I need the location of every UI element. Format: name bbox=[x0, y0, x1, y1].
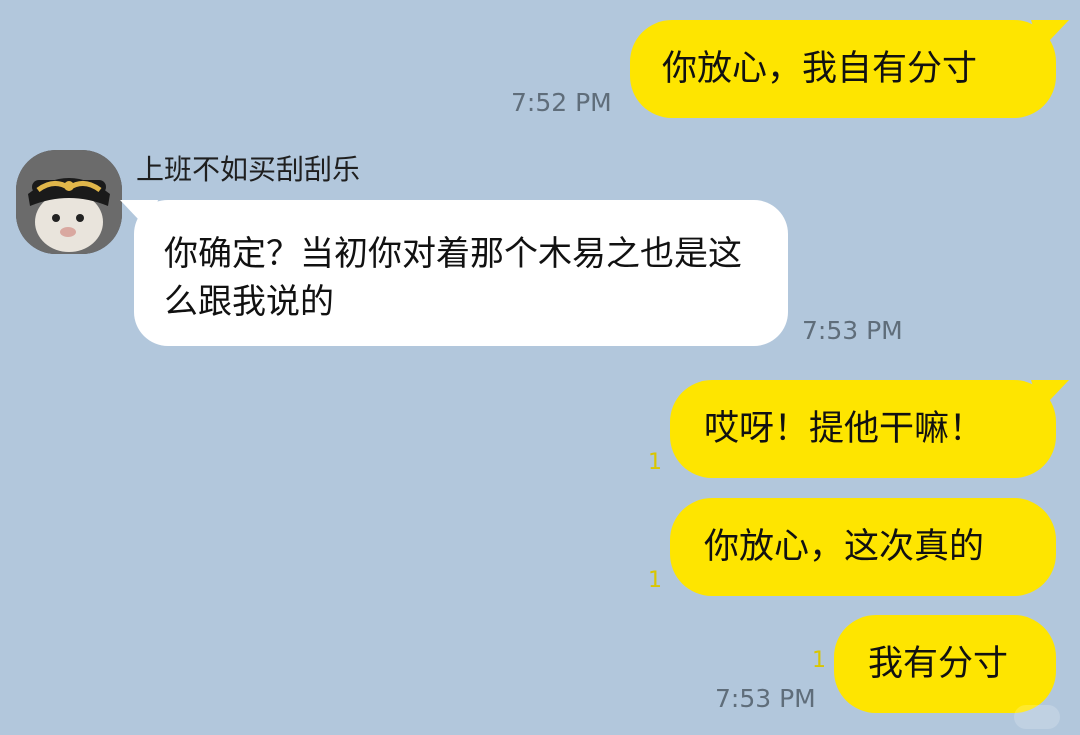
message-timestamp: 7:52 PM bbox=[511, 88, 612, 117]
message-timestamp: 7:53 PM bbox=[802, 316, 903, 345]
contact-avatar[interactable] bbox=[16, 150, 122, 254]
outgoing-message-bubble[interactable]: 你放心，我自有分寸 bbox=[630, 20, 1069, 118]
cat-in-cap-avatar-icon bbox=[16, 150, 122, 254]
message-text: 哎呀！提他干嘛！ bbox=[704, 408, 985, 449]
unread-count: 1 bbox=[648, 450, 662, 475]
bubble-tail bbox=[1031, 380, 1069, 410]
bubble-tail bbox=[120, 200, 158, 230]
sender-name: 上班不如买刮刮乐 bbox=[136, 153, 361, 186]
watermark bbox=[1014, 705, 1060, 729]
message-timestamp: 7:53 PM bbox=[715, 684, 816, 713]
outgoing-message-bubble[interactable]: 你放心，这次真的 bbox=[670, 498, 1056, 596]
outgoing-message-bubble[interactable]: 我有分寸 bbox=[834, 615, 1056, 713]
unread-count: 1 bbox=[648, 568, 662, 593]
incoming-message-bubble[interactable]: 你确定？当初你对着那个木易之也是这么跟我说的 bbox=[120, 200, 788, 346]
unread-count: 1 bbox=[812, 648, 826, 673]
message-text: 我有分寸 bbox=[868, 643, 1009, 684]
bubble-tail bbox=[1031, 20, 1069, 50]
message-text: 你放心，我自有分寸 bbox=[662, 48, 978, 89]
outgoing-message-bubble[interactable]: 哎呀！提他干嘛！ bbox=[670, 380, 1069, 478]
message-text: 你确定？当初你对着那个木易之也是这么跟我说的 bbox=[164, 234, 742, 322]
message-text: 你放心，这次真的 bbox=[704, 526, 985, 567]
